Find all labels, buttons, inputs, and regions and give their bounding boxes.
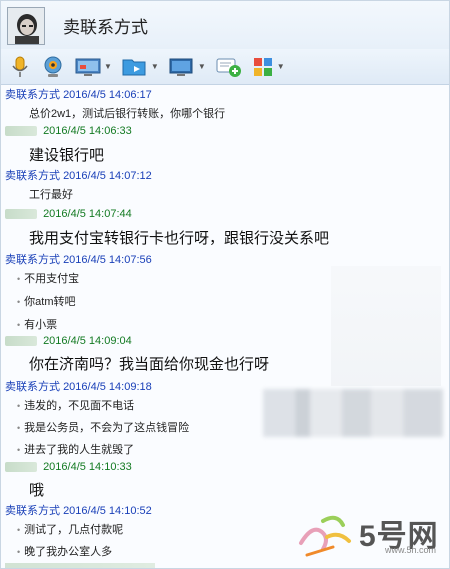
message-text: 总价2w1，测试后银行转账，你哪个银行 xyxy=(29,108,226,120)
message-time: 2016/4/5 14:10:52 xyxy=(63,505,152,517)
sender-name: 卖联系方式 xyxy=(5,505,60,517)
redacted-sender-name xyxy=(5,209,37,220)
message-time: 2016/4/5 14:06:33 xyxy=(43,125,132,137)
message-time: 2016/4/5 14:06:17 xyxy=(63,89,152,101)
message-header: 2016/4/5 14:10:33 xyxy=(5,461,132,473)
redacted-sender-name xyxy=(5,336,37,347)
message-text: 建设银行吧 xyxy=(29,147,105,164)
message-text: 我用支付宝转银行卡也行呀，跟银行没关系吧 xyxy=(29,230,330,247)
watermark-logo-icon xyxy=(299,515,351,557)
sender-name: 卖联系方式 xyxy=(5,89,60,101)
message-header: 2016/4/5 14:09:04 xyxy=(5,335,132,347)
sender-name: 卖联系方式 xyxy=(5,254,60,266)
message-text: 我是公务员，不会为了这点钱冒险 xyxy=(17,419,189,435)
screen-share-button[interactable]: ▼ xyxy=(75,53,112,81)
microphone-icon xyxy=(12,56,28,77)
chevron-down-icon: ▼ xyxy=(197,62,206,71)
remote-desktop-icon xyxy=(169,58,193,76)
apps-button[interactable]: ▼ xyxy=(252,53,285,81)
chevron-down-icon: ▼ xyxy=(150,62,159,71)
chat-window: 卖联系方式 ▼ ▼ ▼ ▼ 卖联系方式 2016/4/5 14:06:17 总价… xyxy=(0,0,450,569)
redacted-sender-name xyxy=(5,462,37,473)
apps-icon xyxy=(253,57,272,76)
message-text: 晚了我办公室人多 xyxy=(17,543,112,559)
partial-message-header xyxy=(5,563,155,568)
sender-name: 卖联系方式 xyxy=(5,170,60,182)
message-text: 你atm转吧 xyxy=(17,293,75,309)
message-header: 2016/4/5 14:06:33 xyxy=(5,125,132,137)
message-text: 不用支付宝 xyxy=(17,270,79,286)
chat-header: 卖联系方式 xyxy=(1,1,449,49)
message-header: 卖联系方式 2016/4/5 14:07:12 xyxy=(5,167,152,183)
message-text: 工行最好 xyxy=(29,189,73,201)
message-text: 哦 xyxy=(29,482,45,499)
video-call-button[interactable] xyxy=(41,53,65,81)
message-header: 卖联系方式 2016/4/5 14:07:56 xyxy=(5,251,152,267)
redacted-sender-name xyxy=(5,126,37,137)
message-history[interactable]: 卖联系方式 2016/4/5 14:06:17 总价2w1，测试后银行转账，你哪… xyxy=(1,86,449,568)
watermark-url: www.5h.com xyxy=(385,545,437,555)
message-time: 2016/4/5 14:07:56 xyxy=(63,254,152,266)
send-file-icon xyxy=(122,59,146,75)
message-header: 卖联系方式 2016/4/5 14:09:18 xyxy=(5,378,152,394)
message-text: 你在济南吗？我当面给你现金也行呀 xyxy=(29,356,270,373)
chevron-down-icon: ▼ xyxy=(276,62,285,71)
message-text: 违发的，不见面不电话 xyxy=(17,397,134,413)
message-time: 2016/4/5 14:10:33 xyxy=(43,461,132,473)
avatar-image xyxy=(8,8,44,44)
site-watermark: 5号网 www.5h.com xyxy=(293,503,448,561)
chat-toolbar: ▼ ▼ ▼ ▼ xyxy=(1,49,449,85)
contact-avatar[interactable] xyxy=(7,7,45,45)
webcam-icon xyxy=(44,56,62,77)
add-chat-icon xyxy=(216,58,241,77)
message-time: 2016/4/5 14:07:12 xyxy=(63,170,152,182)
create-group-button[interactable] xyxy=(216,53,242,81)
message-header: 2016/4/5 14:07:44 xyxy=(5,208,132,220)
message-time: 2016/4/5 14:07:44 xyxy=(43,208,132,220)
message-text: 测试了，几点付款呢 xyxy=(17,521,123,537)
message-text: 进去了我的人生就毁了 xyxy=(17,441,134,457)
redacted-area xyxy=(263,389,443,437)
voice-call-button[interactable] xyxy=(9,53,31,81)
message-header: 卖联系方式 2016/4/5 14:06:17 xyxy=(5,86,152,102)
background-noise xyxy=(331,266,441,386)
chevron-down-icon: ▼ xyxy=(104,62,112,71)
message-time: 2016/4/5 14:09:04 xyxy=(43,335,132,347)
send-file-button[interactable]: ▼ xyxy=(122,53,159,81)
message-text: 有小票 xyxy=(17,316,57,332)
remote-desktop-button[interactable]: ▼ xyxy=(169,53,206,81)
message-time: 2016/4/5 14:09:18 xyxy=(63,381,152,393)
contact-name: 卖联系方式 xyxy=(63,18,148,37)
screen-share-icon xyxy=(75,58,101,76)
message-header: 卖联系方式 2016/4/5 14:10:52 xyxy=(5,502,152,518)
sender-name: 卖联系方式 xyxy=(5,381,60,393)
